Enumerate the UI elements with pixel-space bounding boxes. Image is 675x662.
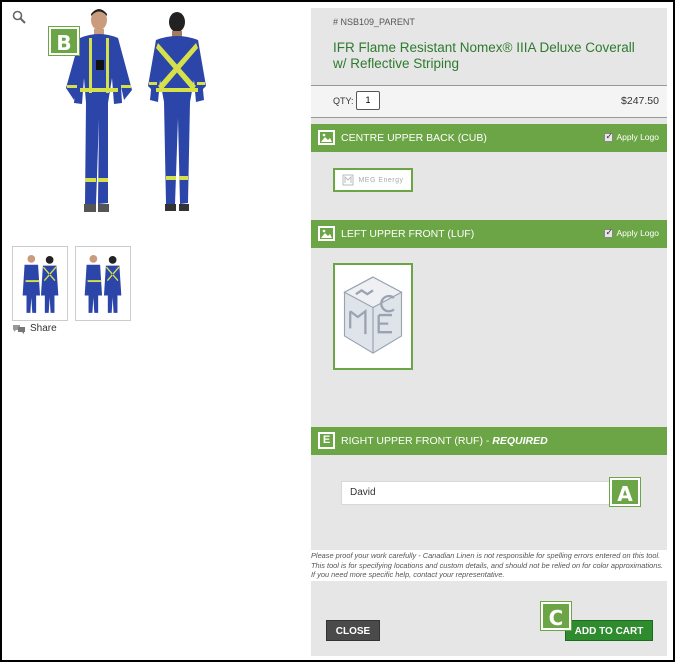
thumbnail-1[interactable] bbox=[12, 246, 68, 321]
callout-badge-a: A bbox=[610, 478, 640, 506]
apply-logo-checkbox-cub[interactable]: Apply Logo bbox=[604, 131, 659, 142]
apply-logo-checkbox-luf[interactable]: Apply Logo bbox=[604, 227, 659, 238]
section-header-luf: LEFT UPPER FRONT (LUF) Apply Logo bbox=[311, 220, 667, 248]
qty-label: QTY: bbox=[333, 96, 354, 106]
section-header-ruf: E RIGHT UPPER FRONT (RUF) - REQUIRED bbox=[311, 427, 667, 455]
section-header-cub: CENTRE UPPER BACK (CUB) Apply Logo bbox=[311, 124, 667, 152]
footer-actions: CLOSE ADD TO CART bbox=[311, 592, 667, 656]
apply-logo-label: Apply Logo bbox=[616, 132, 659, 142]
close-button[interactable]: CLOSE bbox=[326, 620, 380, 641]
disclaimer-text: Please proof your work carefully - Canad… bbox=[311, 550, 667, 581]
zoom-icon[interactable] bbox=[12, 10, 26, 24]
logo-option-luf[interactable] bbox=[333, 263, 413, 370]
required-flag: REQUIRED bbox=[492, 435, 548, 447]
product-price: $247.50 bbox=[621, 95, 659, 107]
section-label-luf: LEFT UPPER FRONT (LUF) bbox=[341, 228, 475, 240]
share-link[interactable]: Share bbox=[12, 323, 57, 334]
meg-energy-logo-icon bbox=[342, 174, 354, 186]
ruf-label-text: RIGHT UPPER FRONT (RUF) - bbox=[341, 435, 493, 447]
add-to-cart-button[interactable]: ADD TO CART bbox=[565, 620, 653, 641]
image-icon bbox=[318, 226, 335, 241]
share-label: Share bbox=[30, 323, 57, 334]
image-icon bbox=[318, 130, 335, 145]
callout-badge-b: B bbox=[49, 27, 79, 55]
custom-name-input[interactable]: David bbox=[341, 481, 641, 505]
text-entry-icon: E bbox=[318, 432, 335, 449]
product-sku: # NSB109_PARENT bbox=[333, 17, 415, 27]
callout-badge-c: C bbox=[541, 602, 571, 630]
logo-option-cub[interactable]: MEG Energy bbox=[333, 168, 413, 192]
checkbox-icon[interactable] bbox=[604, 131, 614, 142]
product-title: IFR Flame Resistant Nomex® IIIA Deluxe C… bbox=[333, 40, 653, 72]
quantity-input[interactable]: 1 bbox=[356, 91, 380, 110]
share-icon bbox=[13, 324, 25, 334]
quantity-row: QTY: 1 $247.50 bbox=[311, 86, 667, 118]
logo-text: MEG Energy bbox=[358, 176, 404, 184]
checkbox-icon[interactable] bbox=[604, 227, 614, 238]
section-label-ruf: RIGHT UPPER FRONT (RUF) - REQUIRED bbox=[341, 435, 548, 447]
product-title-line2: w/ Reflective Striping bbox=[333, 56, 460, 71]
apply-logo-label: Apply Logo bbox=[616, 228, 659, 238]
section-label-cub: CENTRE UPPER BACK (CUB) bbox=[341, 132, 487, 144]
thumbnail-2[interactable] bbox=[75, 246, 131, 321]
product-title-line1: IFR Flame Resistant Nomex® IIIA Deluxe C… bbox=[333, 40, 635, 55]
